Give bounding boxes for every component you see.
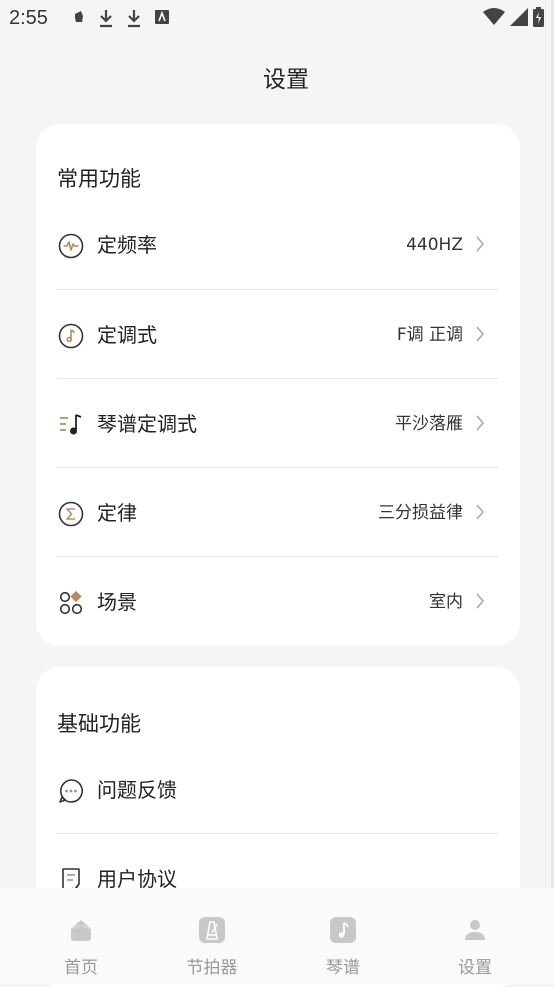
chevron-right-icon bbox=[476, 593, 485, 609]
setting-row-sheet-mode[interactable]: 琴谱定调式 平沙落雁 bbox=[57, 379, 499, 468]
home-icon bbox=[71, 920, 91, 941]
chevron-right-icon bbox=[476, 326, 485, 342]
battery-icon bbox=[533, 7, 544, 27]
setting-label: 定律 bbox=[97, 501, 137, 525]
setting-row-frequency[interactable]: 定频率 440HZ bbox=[57, 200, 499, 289]
tab-label: 节拍器 bbox=[186, 958, 238, 978]
tab-home[interactable]: 首页 bbox=[26, 888, 136, 984]
tab-bar: 首页 节拍器 琴谱 设置 bbox=[0, 888, 554, 984]
setting-value: 平沙落雁 bbox=[395, 414, 463, 434]
setting-row-temperament[interactable]: 定律 三分损益律 bbox=[57, 468, 499, 557]
tab-sheet-music[interactable]: 琴谱 bbox=[288, 888, 398, 984]
setting-value: 440HZ bbox=[406, 235, 463, 255]
music-note-icon bbox=[57, 322, 85, 350]
chevron-right-icon bbox=[476, 415, 485, 431]
music-list-icon bbox=[57, 411, 85, 439]
page-title: 设置 bbox=[263, 67, 309, 93]
tab-label: 琴谱 bbox=[326, 958, 360, 978]
app-notification-icon bbox=[75, 11, 83, 22]
sigma-icon bbox=[57, 500, 85, 528]
download-icon bbox=[128, 10, 140, 28]
setting-value: 三分损益律 bbox=[378, 503, 463, 523]
setting-label: 问题反馈 bbox=[97, 778, 177, 802]
setting-label: 定调式 bbox=[97, 323, 157, 347]
status-time: 2:55 bbox=[9, 7, 48, 29]
tab-metronome[interactable]: 节拍器 bbox=[157, 888, 267, 984]
tab-settings[interactable]: 设置 bbox=[420, 888, 530, 984]
chevron-right-icon bbox=[476, 236, 485, 252]
setting-label: 定频率 bbox=[97, 233, 157, 257]
status-bar: 2:55 bbox=[0, 0, 554, 38]
chevron-right-icon bbox=[476, 504, 485, 520]
download-icon bbox=[100, 10, 112, 28]
scene-grid-icon bbox=[57, 589, 85, 617]
setting-value: 室内 bbox=[429, 592, 463, 612]
sheet-music-icon bbox=[330, 917, 356, 943]
metronome-icon bbox=[199, 917, 225, 943]
tab-label: 设置 bbox=[458, 958, 492, 978]
setting-row-scene[interactable]: 场景 室内 bbox=[57, 557, 499, 646]
signal-icon bbox=[510, 8, 528, 26]
font-app-icon bbox=[155, 10, 169, 24]
feedback-chat-icon bbox=[57, 777, 85, 805]
tab-label: 首页 bbox=[64, 958, 98, 978]
wifi-icon bbox=[483, 8, 505, 25]
frequency-icon bbox=[57, 232, 85, 260]
setting-row-mode[interactable]: 定调式 F调 正调 bbox=[57, 290, 499, 379]
setting-value: F调 正调 bbox=[396, 325, 463, 345]
setting-label: 琴谱定调式 bbox=[97, 412, 197, 436]
setting-label: 场景 bbox=[97, 590, 137, 614]
section-title: 基础功能 bbox=[57, 712, 141, 736]
user-icon bbox=[465, 920, 485, 940]
setting-row-feedback[interactable]: 问题反馈 bbox=[57, 745, 499, 834]
section-title: 常用功能 bbox=[57, 167, 141, 191]
